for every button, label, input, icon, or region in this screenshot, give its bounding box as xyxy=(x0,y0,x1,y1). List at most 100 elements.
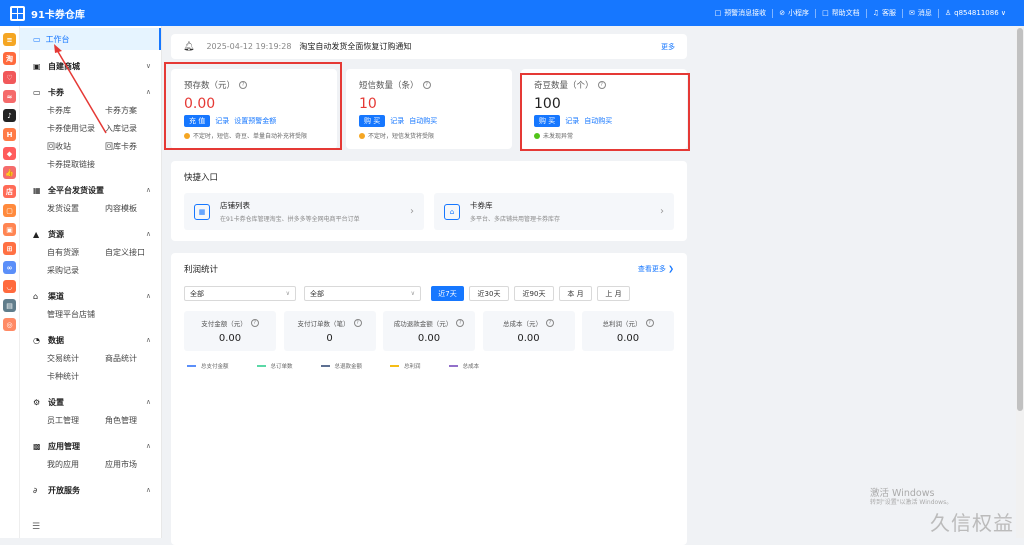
legend-item[interactable]: 总成本 xyxy=(448,362,479,370)
sidebar-submenu: 交易统计 商品统计 卡种统计 xyxy=(20,350,161,386)
sidebar-subitem[interactable]: 卡券使用记录 xyxy=(47,120,105,138)
sidebar-subitem[interactable]: 管理平台店铺 xyxy=(47,306,105,324)
sidebar-submenu: 卡券库 卡券方案 卡券使用记录 入库记录 回收站 回库卡券 卡券提取链接 xyxy=(20,102,161,174)
legend-item[interactable]: 总利润 xyxy=(390,362,421,370)
range-button[interactable]: 近7天 xyxy=(431,286,464,301)
help-icon[interactable]: ? xyxy=(546,319,554,327)
shop-icon[interactable]: 店 xyxy=(3,185,16,198)
sidebar-subitem[interactable]: 卡券方案 xyxy=(105,102,163,120)
help-icon[interactable]: ? xyxy=(645,319,654,327)
sidebar-group-header[interactable]: ▩ 应用管理 ∧ xyxy=(20,436,161,456)
sidebar-subitem[interactable]: 交易统计 xyxy=(47,350,105,368)
sidebar-group-header[interactable]: ◔ 数据 ∧ xyxy=(20,330,161,350)
circle-icon[interactable]: ◎ xyxy=(3,318,16,331)
sidebar-subitem[interactable]: 入库记录 xyxy=(105,120,163,138)
sidebar-group-header[interactable]: ▲ 货源 ∧ xyxy=(20,224,161,244)
sms-link[interactable]: 自动购买 xyxy=(409,116,437,126)
scrollbar-thumb[interactable] xyxy=(1017,28,1023,411)
cup-icon[interactable]: ◡ xyxy=(3,280,16,293)
sms-link[interactable]: 记录 xyxy=(390,116,404,126)
help-icon[interactable]: ? xyxy=(456,319,465,327)
topnav-item[interactable]: ♙ q854811086 ∨ xyxy=(937,8,1012,18)
help-icon[interactable]: ? xyxy=(422,81,431,89)
qidou-link[interactable]: 记录 xyxy=(565,116,579,126)
sidebar-group-header[interactable]: ▣ 自建商城 ∨ xyxy=(20,56,161,76)
sidebar-group-header[interactable]: ⌂ 渠道 ∧ xyxy=(20,286,161,306)
tag-icon[interactable]: ◆ xyxy=(3,147,16,160)
sidebar-subitem[interactable]: 内容模板 xyxy=(105,200,163,218)
legend-item[interactable]: 总订单数 xyxy=(256,362,293,370)
prepaid-link[interactable]: 记录 xyxy=(215,116,229,126)
shop-list-icon: ▦ xyxy=(194,203,210,220)
qidou-action-button[interactable]: 购 买 xyxy=(534,115,561,127)
sms-action-button[interactable]: 购 买 xyxy=(359,115,386,127)
metric-label-row: 总利润（元）? xyxy=(603,318,654,328)
sidebar-subitem[interactable]: 发货设置 xyxy=(47,200,105,218)
collapse-menu-icon[interactable]: ☰ xyxy=(32,522,40,532)
sidebar-group-header[interactable]: ⚙ 设置 ∧ xyxy=(20,392,161,412)
link-icon[interactable]: ∞ xyxy=(3,261,16,274)
sidebar-subitem[interactable]: 我的应用 xyxy=(47,456,105,474)
gift-icon[interactable]: ▣ xyxy=(3,223,16,236)
sidebar-subitem[interactable]: 卡券库 xyxy=(47,102,105,120)
range-button[interactable]: 近90天 xyxy=(514,286,554,301)
view-more-link[interactable]: 查看更多 ❯ xyxy=(638,264,674,274)
notice-message[interactable]: 淘宝自动发货全面恢复订购通知 xyxy=(299,41,411,52)
taobao-icon[interactable]: 淘 xyxy=(3,52,16,65)
douyin-icon[interactable]: ♪ xyxy=(3,109,16,122)
status-dot-icon xyxy=(184,132,190,139)
logo[interactable]: 91卡券仓库 xyxy=(0,5,160,21)
notice-more-link[interactable]: 更多 xyxy=(661,42,675,52)
topnav-item[interactable]: □ 帮助文档 xyxy=(815,8,866,18)
legend-item[interactable]: 总退款金额 xyxy=(320,362,362,370)
help-icon[interactable]: ? xyxy=(597,81,606,89)
sidebar-group-header[interactable]: ▦ 全平台发货设置 ∧ xyxy=(20,180,161,200)
range-button[interactable]: 近30天 xyxy=(469,286,509,301)
sidebar-subitem[interactable]: 应用市场 xyxy=(105,456,163,474)
help-icon[interactable]: ? xyxy=(353,319,362,327)
topnav-item[interactable]: □ 预警消息接收 xyxy=(709,9,773,18)
qidou-link[interactable]: 自动购买 xyxy=(584,116,612,126)
topnav-item[interactable]: ✉ 消息 xyxy=(901,8,938,18)
topnav-item[interactable]: ♫ 客服 xyxy=(865,8,902,18)
sidebar-subitem[interactable]: 卡种统计 xyxy=(47,368,105,386)
quick-entry-coupon-lib[interactable]: ⌂ 卡券库 多平台、多店铺共用管理卡券库存 › xyxy=(434,193,674,230)
range-button[interactable]: 本 月 xyxy=(559,286,592,301)
wifi-icon[interactable]: ≈ xyxy=(3,90,16,103)
heart-icon[interactable]: ♡ xyxy=(3,71,16,84)
sidebar-subitem[interactable]: 自定义接口 xyxy=(105,244,163,262)
sidebar-subitem[interactable]: 回收站 xyxy=(47,138,105,156)
shop-select[interactable]: 全部 ∨ xyxy=(184,286,296,301)
card-icon[interactable]: ▤ xyxy=(3,299,16,312)
quick-entry-desc: 在91卡券仓库管理淘宝、拼多多等全网电商平台订单 xyxy=(220,216,360,223)
help-icon[interactable]: ? xyxy=(250,319,259,327)
sidebar-group-header[interactable]: ∂ 开放服务 ∧ xyxy=(20,480,161,500)
cart-icon[interactable]: ⊞ xyxy=(3,242,16,255)
prepaid-action-button[interactable]: 充 值 xyxy=(184,115,211,127)
sidebar-subitem[interactable]: 卡券提取链接 xyxy=(47,156,105,174)
sidebar-subitem[interactable]: 采购记录 xyxy=(47,262,105,280)
sidebar-subitem[interactable]: 角色管理 xyxy=(105,412,163,430)
range-button[interactable]: 上 月 xyxy=(597,286,630,301)
badge-icon[interactable]: H xyxy=(3,128,16,141)
sidebar-subitem[interactable]: 员工管理 xyxy=(47,412,105,430)
sidebar-item-workbench[interactable]: ▭ 工作台 xyxy=(20,28,161,50)
quick-entry-shop-list[interactable]: ▦ 店铺列表 在91卡券仓库管理淘宝、拼多多等全网电商平台订单 › xyxy=(184,193,424,230)
bag-icon[interactable]: ▢ xyxy=(3,204,16,217)
prepaid-link[interactable]: 设置预警金额 xyxy=(234,116,276,126)
legend-label: 总支付金额 xyxy=(201,364,229,370)
thumb-icon[interactable]: 👍 xyxy=(3,166,16,179)
topnav-item[interactable]: ⊘ 小程序 xyxy=(772,8,815,18)
sidebar-submenu: 发货设置 内容模板 xyxy=(20,200,161,218)
sidebar-group-header[interactable]: ▭ 卡券 ∧ xyxy=(20,82,161,102)
sidebar-group-title: 全平台发货设置 xyxy=(48,185,104,195)
sidebar-subitem[interactable]: 商品统计 xyxy=(105,350,163,368)
legend-item[interactable]: 总支付金额 xyxy=(187,362,229,370)
help-icon[interactable]: ? xyxy=(239,81,248,89)
sidebar-subitem[interactable]: 回库卡券 xyxy=(105,138,163,156)
brand-icon[interactable]: ≡ xyxy=(3,33,16,46)
sidebar-subitem[interactable]: 自有货源 xyxy=(47,244,105,262)
page-scrollbar[interactable] xyxy=(1016,26,1024,538)
platform-select[interactable]: 全部 ∨ xyxy=(304,286,421,301)
sidebar-submenu: 员工管理 角色管理 xyxy=(20,412,161,430)
